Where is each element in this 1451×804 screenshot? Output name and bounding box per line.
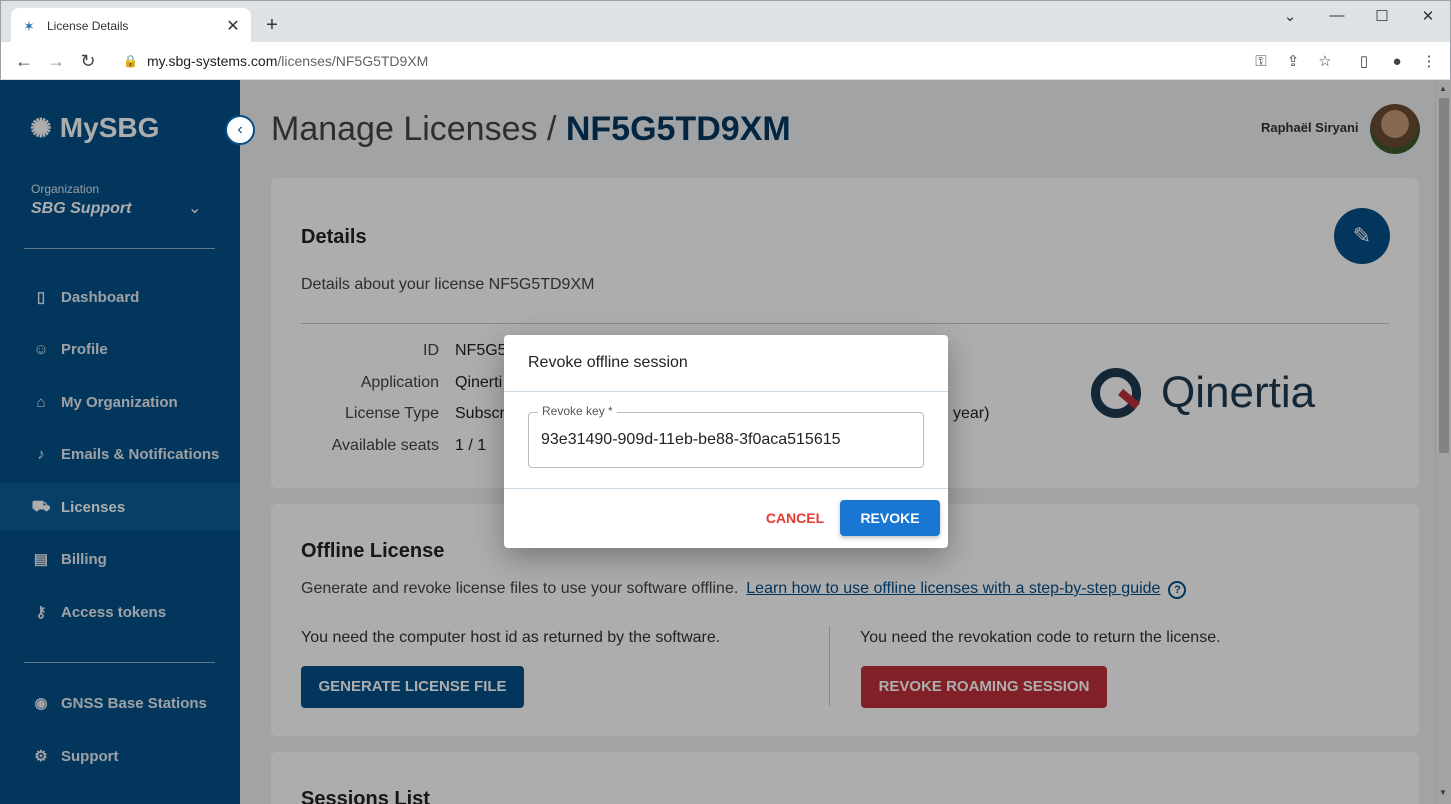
profile-icon[interactable]: ● bbox=[1387, 52, 1407, 72]
back-icon[interactable]: ← bbox=[13, 50, 35, 72]
password-key-icon[interactable]: ⚿ bbox=[1251, 52, 1271, 72]
new-tab-button[interactable]: + bbox=[262, 15, 282, 35]
revoke-key-label: Revoke key * bbox=[538, 404, 617, 418]
revoke-key-field[interactable]: Revoke key * bbox=[528, 404, 924, 468]
minimize-icon[interactable]: — bbox=[1327, 7, 1347, 24]
dialog-title: Revoke offline session bbox=[528, 354, 688, 371]
page: ✺ MySBG Organization SBG Support ⌄ ▯ Dash… bbox=[0, 80, 1451, 804]
forward-icon[interactable]: → bbox=[45, 50, 67, 72]
cancel-button[interactable]: CANCEL bbox=[760, 500, 830, 536]
menu-icon[interactable]: ⋮ bbox=[1419, 52, 1439, 72]
window-close-icon[interactable]: ✕ bbox=[1418, 7, 1438, 25]
browser-toolbar: ← → ↻ 🔒 my.sbg-systems.com/licenses/NF5G… bbox=[0, 42, 1451, 80]
sbg-favicon-icon: ✶ bbox=[23, 17, 35, 34]
browser-tab[interactable]: ✶ License Details ✕ bbox=[11, 8, 251, 43]
lock-icon: 🔒 bbox=[123, 54, 138, 68]
tab-title: License Details bbox=[47, 18, 129, 33]
revoke-offline-session-dialog: Revoke offline session Revoke key * CANC… bbox=[504, 335, 948, 548]
reload-icon[interactable]: ↻ bbox=[77, 50, 99, 72]
divider bbox=[504, 391, 948, 392]
share-icon[interactable]: ⇪ bbox=[1283, 52, 1303, 72]
divider bbox=[504, 488, 948, 489]
revoke-button[interactable]: REVOKE bbox=[840, 500, 940, 536]
url-text: my.sbg-systems.com/licenses/NF5G5TD9XM bbox=[146, 53, 429, 69]
collapse-sidebar-button[interactable]: ‹ bbox=[225, 115, 255, 145]
tab-search-icon[interactable]: ⌄ bbox=[1280, 7, 1300, 25]
tab-close-icon[interactable]: ✕ bbox=[225, 16, 241, 36]
address-bar[interactable]: 🔒 my.sbg-systems.com/licenses/NF5G5TD9XM bbox=[111, 47, 1351, 75]
side-panel-icon[interactable]: ▯ bbox=[1354, 52, 1374, 72]
bookmark-star-icon[interactable]: ☆ bbox=[1315, 52, 1335, 72]
browser-tab-bar: ✶ License Details ✕ + ⌄ — ☐ ✕ bbox=[0, 0, 1451, 43]
revoke-key-input[interactable] bbox=[541, 431, 911, 449]
maximize-icon[interactable]: ☐ bbox=[1372, 7, 1392, 25]
